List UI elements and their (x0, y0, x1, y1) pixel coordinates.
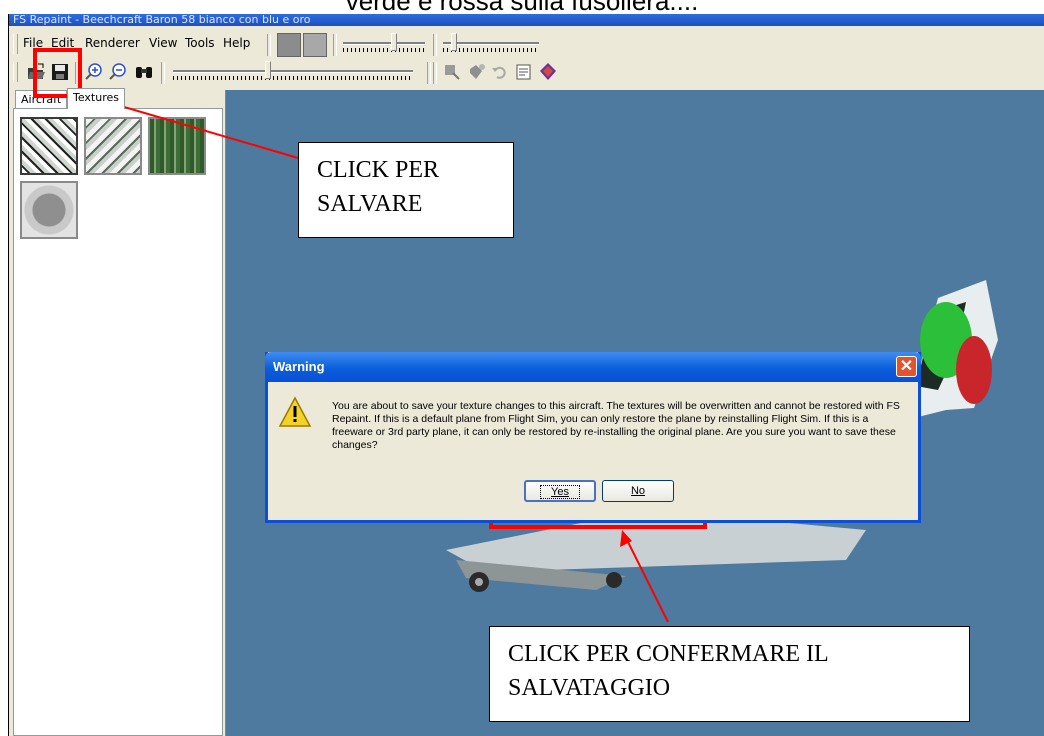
confirm-callout-line1: CLICK PER CONFERMARE IL (508, 641, 829, 667)
texture-thumbnail-4[interactable] (20, 181, 78, 239)
help-book-icon[interactable] (537, 61, 559, 83)
texture-thumbnail-1[interactable] (20, 117, 78, 175)
properties-icon[interactable] (513, 61, 535, 83)
color-check-button[interactable] (303, 33, 327, 57)
dialog-title: Warning (273, 359, 325, 374)
toolbar (9, 58, 1044, 86)
no-button-label: No (630, 485, 646, 497)
confirm-callout: CLICK PER CONFERMARE IL SALVATAGGIO (489, 626, 970, 722)
menu-renderer[interactable]: Renderer (85, 36, 140, 50)
yes-button[interactable]: Yes (524, 480, 596, 502)
texture-thumbnail-2[interactable] (84, 117, 142, 175)
menu-view[interactable]: View (149, 36, 177, 50)
yes-button-label: Yes (540, 485, 580, 499)
separator (161, 62, 165, 84)
close-icon[interactable]: ✕ (896, 356, 917, 377)
separator (433, 34, 437, 56)
dialog-title-bar[interactable]: Warning ✕ (265, 352, 921, 382)
no-button[interactable]: No (602, 480, 674, 502)
separator (427, 62, 431, 84)
save-callout: CLICK PER SALVARE (298, 142, 514, 238)
left-panel: Aircraft Textures (9, 88, 226, 736)
separator (267, 34, 271, 56)
save-callout-line2: SALVARE (317, 191, 423, 217)
warning-dialog: Warning ✕ You are about to save your tex… (265, 352, 921, 523)
menu-grip[interactable] (13, 34, 18, 54)
binoculars-icon[interactable] (133, 61, 155, 83)
menu-tools[interactable]: Tools (185, 36, 215, 50)
zoom-out-icon[interactable] (107, 61, 129, 83)
contrast-slider[interactable] (443, 33, 539, 55)
menu-bar: File Edit Renderer View Tools Help (9, 30, 1044, 57)
confirm-callout-line2: SALVATAGGIO (508, 675, 671, 701)
paint-tool-icon[interactable] (441, 61, 463, 83)
toolbar-grip[interactable] (13, 62, 18, 82)
color-swatch-button[interactable] (277, 33, 301, 57)
brightness-slider[interactable] (343, 33, 425, 55)
separator (333, 34, 337, 56)
zoom-slider[interactable] (173, 61, 413, 83)
window-title: FS Repaint - Beechcraft Baron 58 bianco … (9, 14, 1044, 26)
texture-list (13, 108, 223, 736)
undo-icon[interactable] (489, 61, 511, 83)
dialog-message: You are about to save your texture chang… (332, 400, 900, 451)
fill-tool-icon[interactable] (465, 61, 487, 83)
save-callout-line1: CLICK PER (317, 157, 440, 183)
warning-triangle-icon (278, 396, 312, 432)
zoom-in-icon[interactable] (83, 61, 105, 83)
tab-textures[interactable]: Textures (67, 88, 125, 109)
menu-help[interactable]: Help (223, 36, 250, 50)
texture-thumbnail-3[interactable] (148, 117, 206, 175)
separator (433, 62, 437, 84)
